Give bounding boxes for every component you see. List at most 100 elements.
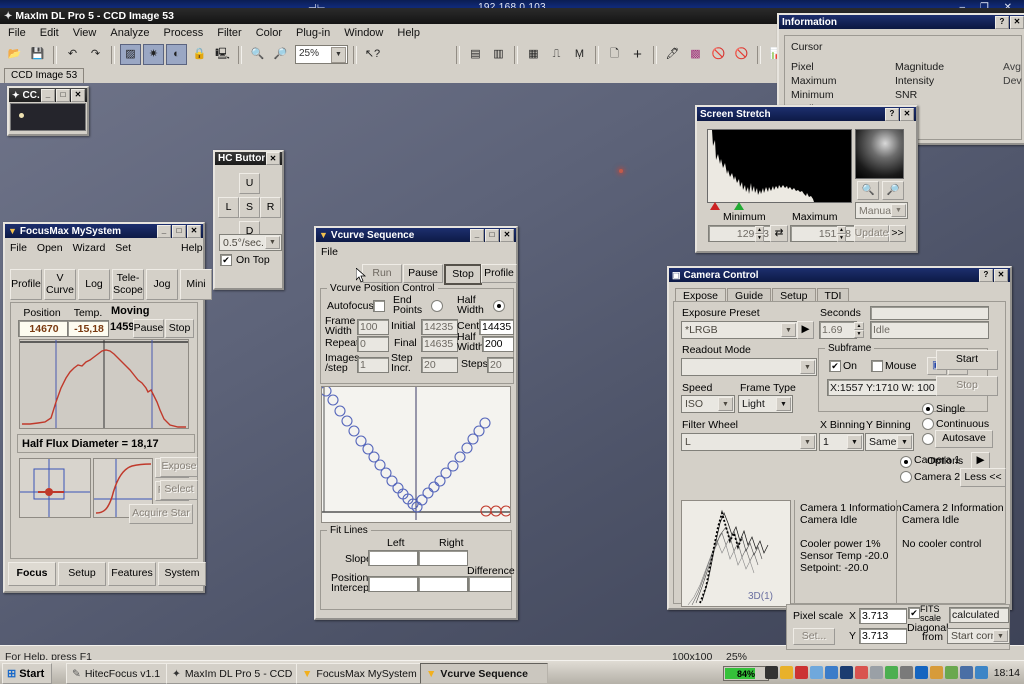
hc-left-button[interactable]: L [218, 197, 239, 218]
calibrate-icon[interactable]: ▥ [488, 44, 509, 65]
camera-control-icon[interactable]: 🖳 [212, 44, 233, 65]
plug-icon[interactable] [885, 666, 898, 679]
help-button[interactable]: ? [885, 108, 899, 121]
maximize-button[interactable]: □ [485, 229, 499, 242]
continuous-radio[interactable] [922, 418, 934, 430]
subframe-on-checkbox[interactable]: ✔ [829, 360, 841, 372]
warning-icon[interactable] [780, 666, 793, 679]
close-button[interactable]: ✕ [71, 89, 85, 102]
hc-right-button[interactable]: R [260, 197, 281, 218]
stretch-mode-combo[interactable]: Manual ▼ [855, 202, 908, 219]
focusmax-mode-buttons[interactable]: Profile V Curve Log Tele- Scope Jog Mini [10, 269, 212, 300]
power-plug-icon[interactable] [765, 666, 778, 679]
screen-stretch-window[interactable]: Screen Stretch ? ✕ Minimum Maximum 1292.… [695, 105, 918, 253]
graph-icon[interactable]: ▦ [523, 44, 544, 65]
close-button[interactable]: ✕ [1010, 16, 1024, 29]
stretch-preview[interactable] [855, 129, 904, 179]
fm-button-vcurve[interactable]: V Curve [44, 269, 76, 300]
menu-color[interactable]: Color [256, 27, 282, 39]
usb-icon[interactable] [900, 666, 913, 679]
help-button[interactable]: ? [995, 16, 1009, 29]
fm-menu-set[interactable]: Set [115, 242, 131, 256]
hc-stop-button[interactable]: S [239, 197, 260, 218]
disc-icon[interactable] [870, 666, 883, 679]
hc-rate-combo[interactable]: 0.5°/sec. ▼ [219, 234, 282, 251]
fm-button-profile[interactable]: Profile [10, 269, 42, 300]
hc-on-top-row[interactable]: ✔ On Top [220, 254, 270, 266]
slope-right-field[interactable] [418, 550, 468, 566]
stop-button[interactable]: Stop [444, 264, 482, 285]
seconds-spinner[interactable]: ▲ ▼ [854, 322, 864, 336]
acquire-star-button[interactable]: Acquire Star [129, 504, 193, 524]
preset-go-button[interactable]: ▶ [797, 321, 814, 339]
profile-button[interactable]: Profile [481, 264, 517, 283]
ccd-image-thumbnail-window[interactable]: ✦ CC... _ □ ✕ [7, 86, 89, 136]
fm-menu-help[interactable]: Help [181, 242, 203, 256]
measure-icon[interactable]: Ṃ [569, 44, 590, 65]
vcurve-plot[interactable] [321, 386, 511, 523]
fm-tab-system[interactable]: System [158, 562, 206, 586]
frame-width-field[interactable]: 100 [357, 319, 389, 335]
menu-process[interactable]: Process [164, 27, 204, 39]
run-button[interactable]: Run [362, 264, 402, 283]
fm-button-jog[interactable]: Jog [146, 269, 178, 300]
center-field[interactable]: 14435 [479, 319, 514, 335]
zoom-in-icon[interactable]: 🔍 [857, 181, 879, 200]
crosshair-icon[interactable]: + [627, 44, 648, 65]
autosave-radio[interactable] [922, 433, 934, 445]
maximize-button[interactable]: □ [56, 89, 70, 102]
y-binning-combo[interactable]: Same ▼ [865, 433, 914, 451]
close-button[interactable]: ✕ [187, 225, 201, 238]
taskbar-item-maxim[interactable]: ✦ MaxIm DL Pro 5 - CCD I... [166, 663, 304, 684]
vc-menu-file[interactable]: File [321, 246, 338, 260]
chevron-down-icon[interactable]: ▼ [781, 323, 796, 337]
hc-buttons-window[interactable]: HC Buttons ✕ U L S R D 0.5°/sec. ▼ ✔ On … [213, 150, 284, 290]
system-tray[interactable]: 18:14 [761, 662, 1024, 683]
maximum-spinner[interactable]: ▲ ▼ [837, 226, 846, 239]
minimum-marker[interactable] [710, 202, 720, 210]
swap-arrows-icon[interactable]: ⇄ [770, 225, 788, 242]
half-width-field[interactable]: 200 [482, 336, 514, 352]
help-button[interactable]: ? [979, 269, 993, 282]
less-button[interactable]: Less << [960, 468, 1006, 487]
menu-window[interactable]: Window [344, 27, 383, 39]
repeat-field[interactable]: 0 [357, 336, 389, 352]
pause-button[interactable]: Pause [403, 264, 443, 283]
slope-left-field[interactable] [368, 550, 418, 566]
focusmax-window[interactable]: ▼ FocusMax MySystem _ □ ✕ File Open Wiza… [3, 222, 205, 593]
open-folder-icon[interactable]: 📂 [4, 44, 25, 65]
fits-header-icon[interactable]: ▤ [465, 44, 486, 65]
cc-image-canvas[interactable] [10, 103, 86, 131]
redo-icon[interactable]: ↷ [85, 44, 106, 65]
end-points-radio[interactable] [431, 300, 443, 312]
information-icon[interactable]: ◐ [166, 44, 187, 65]
camera-control-window[interactable]: ▣ Camera Control ? ✕ Expose Guide Setup … [667, 266, 1012, 610]
document-tab-ccd-image-53[interactable]: CCD Image 53 [4, 68, 84, 83]
close-button[interactable]: ✕ [500, 229, 514, 242]
chevron-down-icon[interactable]: ▼ [718, 397, 733, 411]
network-pc-icon[interactable] [960, 666, 973, 679]
camera1-radio[interactable] [900, 456, 912, 468]
mouse-checkbox[interactable] [871, 360, 883, 372]
chevron-down-icon[interactable]: ▼ [800, 360, 815, 374]
autofocus-checkbox[interactable] [373, 300, 385, 312]
on-top-checkbox[interactable]: ✔ [220, 254, 232, 266]
chevron-down-icon[interactable]: ▼ [847, 435, 862, 449]
no-entry-2-icon[interactable]: 🚫 [731, 44, 752, 65]
minimize-button[interactable]: _ [41, 89, 55, 102]
update-button[interactable]: Update [854, 225, 889, 242]
autosave-button[interactable]: Autosave [935, 430, 993, 448]
screen-stretch-icon[interactable]: ✷ [143, 44, 164, 65]
chevron-down-icon[interactable]: ▼ [993, 630, 1008, 642]
pointer-lock-icon[interactable]: 🔒 [189, 44, 210, 65]
antivirus-icon[interactable] [825, 666, 838, 679]
fm-menu-open[interactable]: Open [37, 242, 63, 256]
network-icon[interactable] [810, 666, 823, 679]
taskbar-item-focusmax[interactable]: ▼ FocusMax MySystem [296, 663, 430, 684]
fm-button-telescope[interactable]: Tele- Scope [112, 269, 144, 300]
star-centroid-view[interactable] [19, 458, 91, 518]
select-button[interactable]: Select [160, 480, 198, 500]
stop-button[interactable]: Stop [165, 319, 194, 338]
pixel-scale-y-field[interactable]: 3.713 [859, 628, 907, 644]
step-incr-field[interactable]: 20 [421, 357, 458, 373]
